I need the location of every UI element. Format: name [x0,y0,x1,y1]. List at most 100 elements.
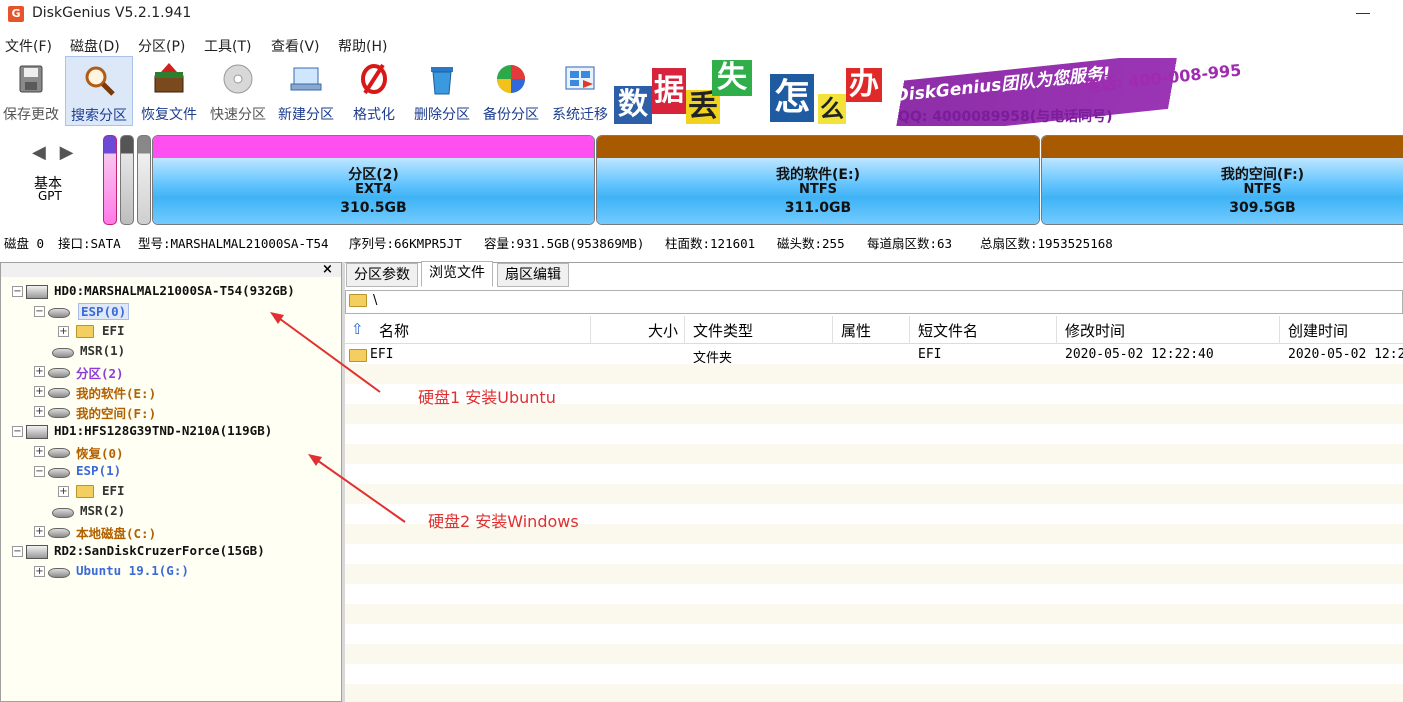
column-header-created[interactable]: 创建时间 [1288,320,1348,341]
partition-bar-2[interactable]: 分区(2) EXT4 310.5GB [152,135,595,225]
toolbar-label: 格式化 [353,107,395,123]
collapse-icon[interactable]: − [12,546,23,557]
tree-item-label: 本地磁盘(C:) [76,526,157,541]
disk-nav-arrows[interactable]: ◀ ▶ [32,142,77,163]
partition-size: 310.5GB [340,200,407,216]
column-header-type[interactable]: 文件类型 [693,320,753,341]
menu-view[interactable]: 查看(V) [271,36,320,56]
menu-disk[interactable]: 磁盘(D) [70,36,120,56]
info-interface: 接口:SATA [58,236,121,251]
column-header-size[interactable]: 大小 [648,320,678,341]
collapse-icon[interactable]: − [34,466,45,477]
new-partition-button[interactable]: 新建分区 [273,56,339,126]
expand-icon[interactable]: + [34,566,45,577]
info-heads: 磁头数:255 [777,236,845,251]
info-total-sectors: 总扇区数:1953525168 [980,236,1113,251]
tree-item-label: Ubuntu 19.1(G:) [76,563,189,578]
expand-icon[interactable]: + [34,526,45,537]
column-separator[interactable] [1279,316,1280,344]
tree-item-label: ESP(0) [78,303,130,320]
partition-fs: NTFS [1243,182,1282,197]
column-header-name[interactable]: 名称 [379,320,409,341]
volume-icon [48,568,70,578]
partition-size: 311.0GB [784,200,852,216]
partition-name: 分区(2) [348,167,399,183]
volume-icon [48,308,70,318]
column-separator[interactable] [590,316,591,344]
search-partition-button[interactable]: 搜索分区 [65,56,133,126]
partition-bar-small[interactable] [137,135,151,225]
partition-bar-e[interactable]: 我的软件(E:) NTFS 311.0GB [596,135,1040,225]
trash-icon [431,67,453,95]
hard-disk-icon [26,545,48,559]
column-separator[interactable] [909,316,910,344]
file-name: EFI [370,347,394,362]
tab-partition-params[interactable]: 分区参数 [346,263,418,287]
system-migration-button[interactable]: 系统迁移 [547,56,613,126]
menu-partition[interactable]: 分区(P) [138,36,185,56]
volume-icon [48,408,70,418]
info-disk: 磁盘 0 [4,236,45,251]
column-header-short-name[interactable]: 短文件名 [918,320,978,341]
file-type: 文件夹 [693,351,733,366]
tree-item-label: 我的软件(E:) [76,386,157,401]
tree-item-label: 分区(2) [76,366,124,381]
expand-icon[interactable]: + [58,486,69,497]
menu-help[interactable]: 帮助(H) [338,36,387,56]
column-header-attributes[interactable]: 属性 [841,320,871,341]
expand-icon[interactable]: + [34,366,45,377]
volume-icon [52,348,74,358]
menu-tools[interactable]: 工具(T) [204,36,251,56]
hard-disk-icon [26,285,48,299]
ad-banner[interactable]: 数 据 丢 失 怎 么 办 DiskGenius团队为您服务! 电话: 400-… [614,58,1240,126]
expand-icon[interactable]: + [34,386,45,397]
toolbar-label: 搜索分区 [71,108,127,124]
expand-icon[interactable]: + [34,446,45,457]
minimize-icon[interactable] [1356,13,1370,14]
column-separator[interactable] [684,316,685,344]
column-separator[interactable] [1056,316,1057,344]
collapse-icon[interactable]: − [12,286,23,297]
menu-file[interactable]: 文件(F) [5,36,52,56]
partition-bar-f[interactable]: 我的空间(F:) NTFS 309.5GB [1041,135,1403,225]
partition-fs: EXT4 [355,182,392,197]
folder-icon [349,294,367,307]
partition-bar-msr[interactable] [120,135,134,225]
tree-item-label: ESP(1) [76,463,122,478]
toolbar-label: 备份分区 [483,107,539,123]
tree-item-label: MSR(2) [80,503,126,518]
format-button[interactable]: 格式化 [341,56,407,126]
restore-files-button[interactable]: 恢复文件 [135,56,203,126]
up-arrow-icon[interactable]: ⇧ [351,320,364,338]
tab-browse-files[interactable]: 浏览文件 [421,261,493,287]
folder-icon [76,325,94,338]
expand-icon[interactable]: + [58,326,69,337]
disk-partition-style: GPT [38,189,62,203]
annotation-disk1: 硬盘1 安装Ubuntu [418,388,556,407]
file-list-header [345,316,1403,344]
column-header-modified[interactable]: 修改时间 [1065,320,1125,341]
expand-icon[interactable]: + [34,406,45,417]
column-separator[interactable] [832,316,833,344]
delete-partition-button[interactable]: 删除分区 [409,56,475,126]
file-created: 2020-05-02 12:22 [1288,347,1403,362]
backup-partition-button[interactable]: 备份分区 [477,56,545,126]
partition-bar-esp[interactable] [103,135,117,225]
collapse-icon[interactable]: − [12,426,23,437]
save-disk-icon [19,65,43,93]
quick-partition-button[interactable]: 快速分区 [205,56,271,126]
partition-size: 309.5GB [1229,200,1296,216]
save-changes-button[interactable]: 保存更改 [0,56,62,126]
close-icon[interactable]: × [322,262,333,277]
toolbar-label: 系统迁移 [552,107,608,123]
banner-qq: QQ: 4000089958(与电话同号) [898,109,1113,125]
format-icon [361,63,387,95]
collapse-icon[interactable]: − [34,306,45,317]
windows-migrate-icon [565,66,595,90]
tab-sector-editor[interactable]: 扇区编辑 [497,263,569,287]
disk-tree-panel[interactable] [0,262,342,702]
tree-item-label: HD0:MARSHALMAL21000SA-T54(932GB) [54,283,295,298]
path-bar[interactable] [345,290,1403,314]
window-title: DiskGenius V5.2.1.941 [32,5,192,21]
title-bar [0,0,1403,30]
